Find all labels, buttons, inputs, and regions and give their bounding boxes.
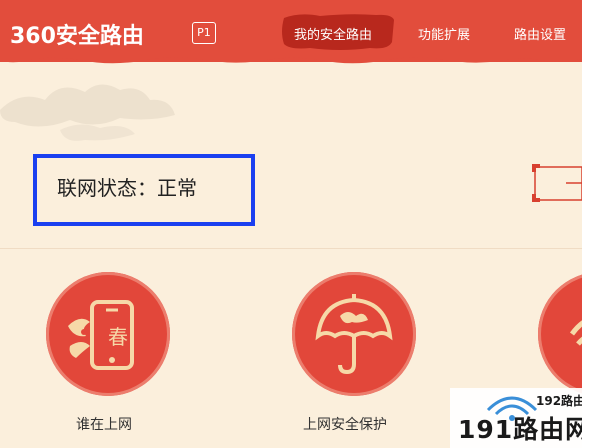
brand-logo[interactable]: 360安全路由 — [10, 18, 144, 50]
window-right-edge — [582, 0, 600, 448]
watermark-small-text: 192路由网 — [536, 394, 582, 408]
nav-router-settings[interactable]: 路由设置 — [514, 24, 566, 43]
who-online-card[interactable]: 春 — [46, 272, 170, 396]
umbrella-icon — [315, 294, 393, 375]
wifi-card[interactable] — [538, 272, 582, 396]
watermark-big-text: 191路由网 — [458, 415, 582, 444]
who-online-label[interactable]: 谁在上网 — [76, 414, 132, 434]
section-divider — [0, 248, 582, 249]
nav-feature-extension[interactable]: 功能扩展 — [418, 24, 470, 43]
nav-my-router[interactable]: 我的安全路由 — [294, 24, 372, 43]
ink-cloud-decoration — [0, 84, 175, 141]
internet-protection-card[interactable] — [292, 272, 416, 396]
status-highlight-box — [33, 154, 255, 226]
wifi-icon — [569, 320, 582, 346]
side-frame-decoration[interactable] — [532, 163, 582, 203]
internet-protection-label[interactable]: 上网安全保护 — [303, 414, 387, 434]
svg-text:春: 春 — [108, 325, 128, 349]
router-admin-page: 360安全路由 P1 我的安全路由 功能扩展 路由设置 联网状态：正常 春 谁在… — [0, 0, 582, 448]
model-badge: P1 — [192, 22, 216, 44]
phone-spring-icon: 春 — [68, 300, 134, 370]
header-brush-edge — [0, 54, 582, 64]
